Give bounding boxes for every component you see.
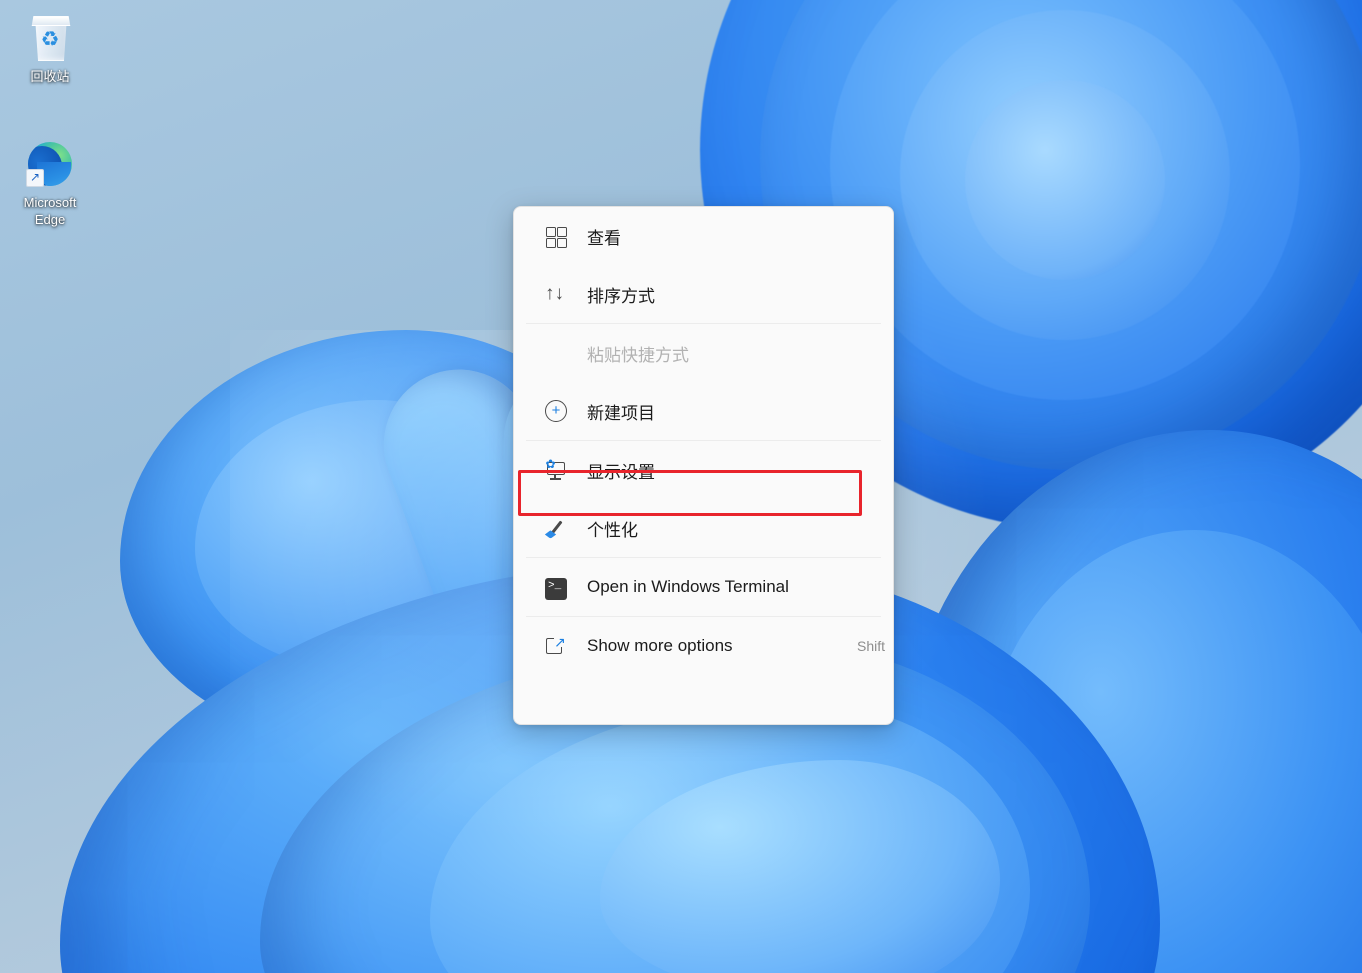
view-grid-icon [545,225,567,248]
empty-icon-slot [545,342,567,364]
display-settings-icon: ✿ [545,457,567,481]
menu-item-view[interactable]: 查看 [514,207,893,265]
gear-icon: ✿ [545,457,556,471]
microsoft-edge-icon: ↗ [26,140,74,188]
sort-arrows-icon: ↑↓ [545,283,564,304]
shortcut-arrow-icon: ↗ [26,169,44,187]
menu-item-sort-by[interactable]: ↑↓ 排序方式 [514,265,893,323]
plus-circle-icon: + [545,400,567,422]
menu-item-open-in-windows-terminal[interactable]: >_ Open in Windows Terminal [514,558,893,616]
show-more-options-icon: ↗ [545,635,567,657]
recycle-bin-icon: ♻ [26,14,74,62]
desktop-context-menu[interactable]: 查看 ↑↓ 排序方式 粘贴快捷方式 + 新建项目 ✿ 显示设置 个性化 >_ O… [513,206,894,725]
menu-item-paste-shortcut: 粘贴快捷方式 [514,324,893,382]
recycle-symbol-icon: ♻ [40,28,60,51]
menu-item-label: 粘贴快捷方式 [587,345,689,365]
menu-item-show-more-options[interactable]: ↗ Show more options Shift [514,617,893,675]
menu-item-label: 个性化 [587,520,638,540]
terminal-icon: >_ [545,578,567,600]
menu-item-new-item[interactable]: + 新建项目 [514,382,893,440]
menu-item-display-settings[interactable]: ✿ 显示设置 [514,441,893,499]
desktop-icon-microsoft-edge[interactable]: ↗ Microsoft Edge [2,140,98,228]
menu-item-personalize[interactable]: 个性化 [514,499,893,557]
menu-item-label: 新建项目 [587,403,655,423]
wallpaper-petal [965,80,1165,280]
desktop-icon-label: 回收站 [30,69,70,84]
menu-item-label: 显示设置 [587,462,655,482]
desktop-icon-label-line2: Edge [34,212,66,227]
arrow-up-right-icon: ↗ [554,634,566,650]
menu-item-label: 查看 [587,228,621,248]
menu-item-label: Open in Windows Terminal [587,577,789,596]
desktop-icon-recycle-bin[interactable]: ♻ 回收站 [2,14,98,85]
brush-icon [544,517,567,539]
desktop-icon-label-line1: Microsoft [23,195,77,210]
menu-item-label: Show more options [587,636,733,655]
menu-item-accelerator: Shift [856,638,885,654]
menu-item-label: 排序方式 [587,286,655,306]
desktop[interactable]: ♻ 回收站 ↗ Microsoft Edge 查看 ↑↓ 排序方式 粘贴快捷方式 [0,0,1362,973]
